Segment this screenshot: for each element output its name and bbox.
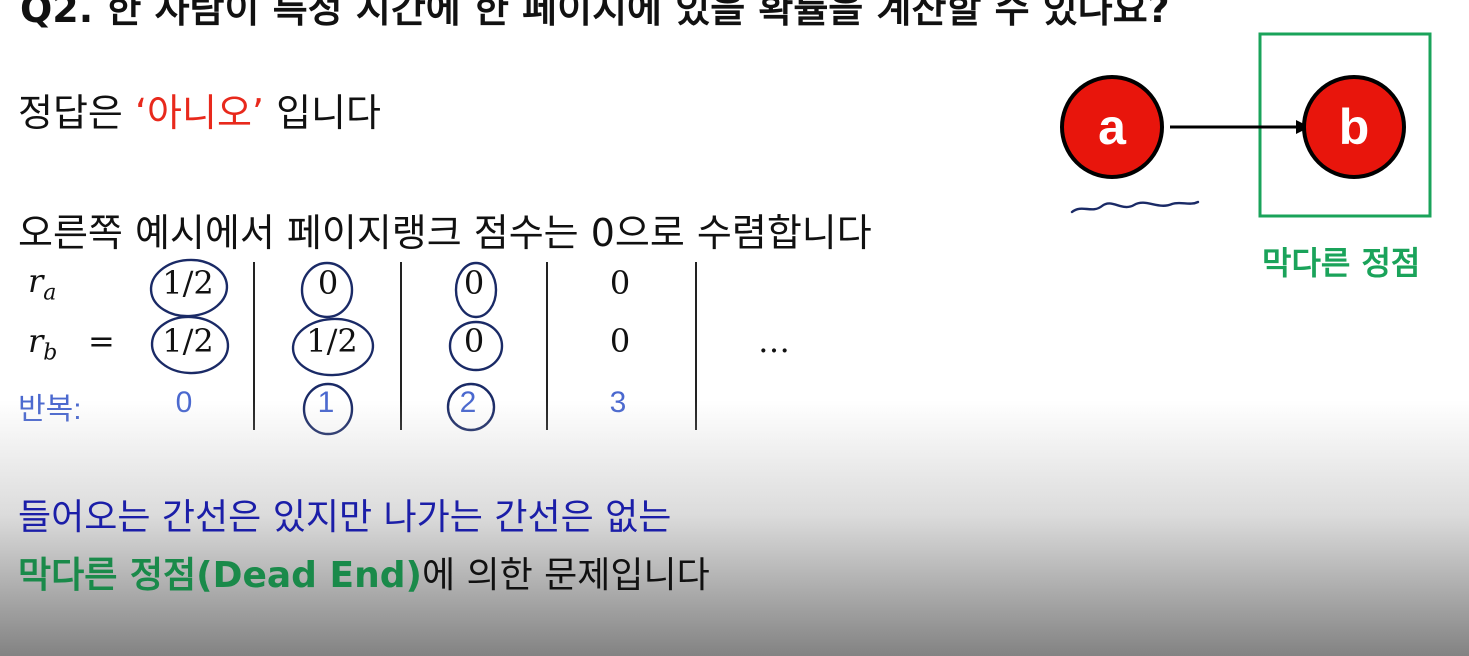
ink-circle-ra-1 (300, 261, 354, 319)
node-b-label: b (1339, 99, 1370, 155)
dead-end-label: 막다른 정점 (1262, 244, 1421, 282)
dead-end-graph: a b (1060, 32, 1432, 218)
ink-circle-rb-1 (291, 317, 375, 377)
caption-line-2: 막다른 정점(Dead End)에 의한 문제입니다 (18, 546, 710, 598)
ink-circle-rb-2 (448, 320, 504, 372)
ink-circle-ra-2 (454, 261, 498, 319)
caption-dead-end: 막다른 정점(Dead End) (18, 555, 422, 596)
slide: Q2. 한 사람이 특정 시간에 한 페이지에 있을 확률을 계산할 수 있나요… (0, 0, 1469, 656)
node-a-label: a (1098, 99, 1127, 155)
caption-rest: 에 의한 문제입니다 (421, 555, 710, 596)
caption-line-1: 들어오는 간선은 있지만 나가는 간선은 없는 (18, 497, 672, 538)
ink-circle-rb-0 (150, 315, 230, 375)
ink-circle-ra-0 (149, 258, 229, 318)
